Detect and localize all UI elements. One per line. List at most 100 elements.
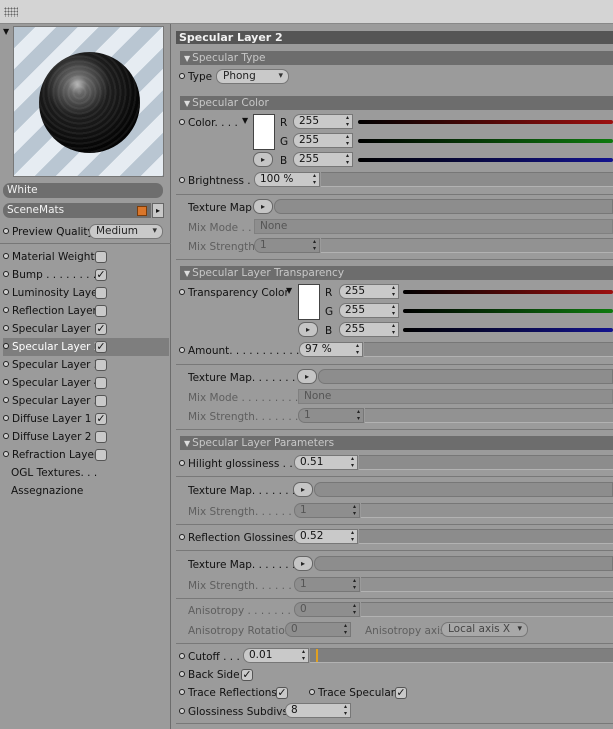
animate-dot-icon[interactable]	[3, 433, 9, 439]
animate-dot-icon[interactable]	[3, 228, 9, 234]
section-specular-parameters[interactable]: ▼ Specular Layer Parameters	[180, 436, 613, 450]
texture-map-slot[interactable]	[274, 199, 613, 214]
animate-dot-icon[interactable]	[3, 379, 9, 385]
channel-checkbox[interactable]	[95, 395, 107, 407]
animate-dot-icon[interactable]	[3, 289, 9, 295]
channel-checkbox[interactable]	[95, 431, 107, 443]
reflection-mix-strength-slider[interactable]	[361, 577, 613, 592]
transparency-green-slider[interactable]	[403, 309, 613, 313]
green-value-input[interactable]: 255	[293, 133, 353, 148]
transparency-blue-slider[interactable]	[403, 328, 613, 332]
color-picker-button[interactable]: ▸	[253, 152, 273, 167]
anisotropy-slider[interactable]	[361, 602, 613, 617]
channel-checkbox[interactable]	[95, 377, 107, 389]
channel-item-selected[interactable]: Specular Layer 2	[3, 338, 169, 356]
channel-item[interactable]: Refraction Layer	[3, 446, 169, 464]
preview-menu-arrow-icon[interactable]: ▼	[3, 27, 9, 36]
material-preview[interactable]	[13, 26, 164, 177]
reflection-glossiness-slider[interactable]	[359, 529, 613, 544]
preview-quality-dropdown[interactable]: Medium	[89, 224, 163, 239]
animate-dot-icon[interactable]	[179, 708, 185, 714]
section-specular-color[interactable]: ▼ Specular Color	[180, 96, 613, 110]
blue-value-input[interactable]: 255	[293, 152, 353, 167]
drag-grip-icon[interactable]	[4, 7, 18, 17]
channel-item[interactable]: Material Weight	[3, 248, 169, 266]
channel-checkbox[interactable]: ✓	[95, 269, 107, 281]
animate-dot-icon[interactable]	[179, 653, 185, 659]
channel-item[interactable]: Reflection Layer	[3, 302, 169, 320]
animate-dot-icon[interactable]	[179, 73, 185, 79]
specular-type-dropdown[interactable]: Phong	[216, 69, 289, 84]
transparency-color-swatch[interactable]	[298, 284, 320, 320]
animate-dot-icon[interactable]	[3, 415, 9, 421]
channel-item[interactable]: Diffuse Layer 1	[3, 410, 169, 428]
animate-dot-icon[interactable]	[3, 361, 9, 367]
channel-checkbox[interactable]	[95, 449, 107, 461]
channel-item[interactable]: Specular Layer 5	[3, 392, 169, 410]
ogl-textures-item[interactable]: OGL Textures. . .	[3, 464, 169, 482]
animate-dot-icon[interactable]	[3, 253, 9, 259]
transparency-texture-button[interactable]: ▸	[297, 369, 317, 384]
red-value-input[interactable]: 255	[293, 114, 353, 129]
channel-checkbox[interactable]: ✓	[95, 323, 107, 335]
transparency-mix-mode-dropdown[interactable]: None	[298, 389, 613, 404]
amount-slider[interactable]	[364, 342, 613, 357]
mix-strength-input[interactable]: 1	[254, 238, 320, 253]
material-color-swatch[interactable]	[137, 206, 147, 216]
green-slider[interactable]	[358, 139, 613, 143]
section-specular-transparency[interactable]: ▼ Specular Layer Transparency	[180, 266, 613, 280]
transparency-mix-strength-input[interactable]: 1	[298, 408, 364, 423]
hilight-mix-strength-slider[interactable]	[361, 503, 613, 518]
brightness-slider[interactable]	[321, 172, 613, 187]
glossiness-subdivs-input[interactable]: 8	[285, 703, 351, 718]
reflection-glossiness-input[interactable]: 0.52	[294, 529, 358, 544]
specular-color-swatch[interactable]	[253, 114, 275, 150]
cutoff-slider-thumb[interactable]	[316, 649, 318, 662]
animate-dot-icon[interactable]	[309, 689, 315, 695]
section-specular-type[interactable]: ▼ Specular Type	[180, 51, 613, 65]
animate-dot-icon[interactable]	[3, 397, 9, 403]
channel-checkbox[interactable]: ✓	[95, 413, 107, 425]
transparency-texture-slot[interactable]	[318, 369, 613, 384]
blue-slider[interactable]	[358, 158, 613, 162]
color-menu-arrow-icon[interactable]: ▼	[242, 116, 248, 125]
material-name-field[interactable]: White	[3, 183, 163, 198]
transparency-red-slider[interactable]	[403, 290, 613, 294]
mix-strength-slider[interactable]	[321, 238, 613, 253]
anisotropy-input[interactable]: 0	[294, 602, 360, 617]
channel-item[interactable]: Specular Layer 1	[3, 320, 169, 338]
channel-checkbox[interactable]	[95, 359, 107, 371]
animate-dot-icon[interactable]	[179, 177, 185, 183]
channel-item[interactable]: Bump . . . . . . . . .	[3, 266, 169, 284]
back-side-checkbox[interactable]: ✓	[241, 669, 253, 681]
transparency-red-input[interactable]: 255	[339, 284, 399, 299]
trace-specular-checkbox[interactable]: ✓	[395, 687, 407, 699]
scene-materials-arrow-button[interactable]: ▸	[152, 203, 164, 218]
reflection-mix-strength-input[interactable]: 1	[294, 577, 360, 592]
channel-checkbox[interactable]: ✓	[95, 341, 107, 353]
hilight-glossiness-input[interactable]: 0.51	[294, 455, 358, 470]
reflection-texture-slot[interactable]	[314, 556, 613, 571]
transparency-picker-button[interactable]: ▸	[298, 322, 318, 337]
animate-dot-icon[interactable]	[3, 451, 9, 457]
scene-materials-field[interactable]: SceneMats	[3, 203, 151, 218]
channel-item[interactable]: Luminosity Layer	[3, 284, 169, 302]
cutoff-slider[interactable]	[310, 648, 613, 663]
hilight-texture-button[interactable]: ▸	[293, 482, 313, 497]
channel-item[interactable]: Specular Layer 4	[3, 374, 169, 392]
channel-checkbox[interactable]	[95, 251, 107, 263]
hilight-mix-strength-input[interactable]: 1	[294, 503, 360, 518]
animate-dot-icon[interactable]	[179, 460, 185, 466]
amount-input[interactable]: 97 %	[299, 342, 363, 357]
assegnazione-item[interactable]: Assegnazione	[3, 482, 169, 500]
channel-item[interactable]: Diffuse Layer 2	[3, 428, 169, 446]
animate-dot-icon[interactable]	[3, 271, 9, 277]
animate-dot-icon[interactable]	[179, 671, 185, 677]
animate-dot-icon[interactable]	[179, 289, 185, 295]
brightness-input[interactable]: 100 %	[254, 172, 320, 187]
texture-map-button[interactable]: ▸	[253, 199, 273, 214]
channel-checkbox[interactable]	[95, 305, 107, 317]
transparency-mix-strength-slider[interactable]	[365, 408, 613, 423]
animate-dot-icon[interactable]	[3, 307, 9, 313]
animate-dot-icon[interactable]	[3, 325, 9, 331]
